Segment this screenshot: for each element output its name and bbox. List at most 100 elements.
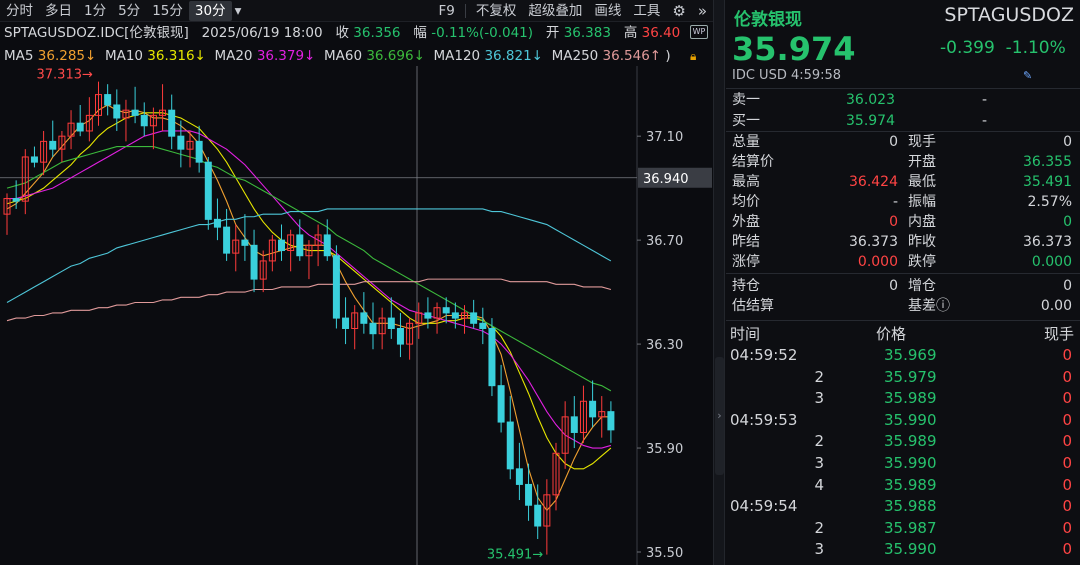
tick-price: 35.979	[884, 367, 937, 386]
tick-time: 2	[814, 518, 824, 537]
ma250-value: 36.546↑	[602, 48, 662, 64]
instrument-name: 伦敦银现	[734, 10, 802, 30]
tab-5min[interactable]: 5分	[112, 1, 146, 21]
tab-30min[interactable]: 30分	[188, 0, 232, 21]
stat-value: 0	[1063, 214, 1072, 230]
stat-label: 昨结	[732, 234, 760, 250]
ma20-label: MA20	[214, 48, 253, 64]
tab-15min[interactable]: 15分	[146, 1, 189, 21]
ticks-header: 时间 价格 现手	[726, 324, 1080, 344]
tick-time: 04:59:53	[730, 410, 798, 429]
stat-value: 0	[889, 134, 898, 150]
amp-label: 幅	[413, 25, 427, 41]
candle-body	[515, 468, 523, 485]
tick-price: 35.988	[884, 497, 937, 516]
ask-label: 卖一	[732, 92, 760, 108]
divider-line	[726, 273, 1080, 274]
bar-info: SPTAGUSDOZ.IDC[伦敦银现] 2025/06/19 18:00 收 …	[4, 23, 680, 43]
draw-button[interactable]: 画线	[588, 1, 627, 21]
wp-badge-icon[interactable]: WP	[690, 25, 708, 39]
edit-icon[interactable]: ✎	[1023, 69, 1032, 82]
stat-value: 2.57%	[1027, 194, 1072, 210]
candle-body	[369, 322, 377, 335]
close-value: 36.356	[353, 25, 401, 41]
ask-row[interactable]: 卖一 36.023 -	[726, 90, 1080, 110]
stat-value: 36.373	[849, 234, 898, 250]
stat-label: 最高	[732, 174, 760, 190]
tick-volume: 0	[1062, 410, 1072, 429]
stat-label: 总量	[732, 134, 760, 150]
tick-row: 4 35.989 0	[726, 475, 1080, 495]
tick-time: 04:59:52	[730, 346, 798, 364]
bid-volume: -	[982, 113, 988, 129]
tick-price: 35.969	[884, 346, 937, 364]
expand-handle-icon[interactable]: ›	[715, 357, 724, 475]
tick-price: 35.989	[884, 389, 937, 408]
tab-duori[interactable]: 多日	[39, 1, 78, 21]
tick-price: 35.989	[884, 475, 937, 494]
candle-body	[140, 114, 148, 127]
tab-1min[interactable]: 1分	[78, 1, 112, 21]
ma60-value: 36.696↓	[366, 48, 425, 64]
toolbar-divider	[464, 3, 466, 18]
candle-body	[49, 140, 57, 150]
candle-body	[30, 156, 38, 163]
divider-line	[726, 320, 1080, 321]
stat-label: 现手	[908, 134, 936, 150]
stat-label: 持仓	[732, 278, 760, 294]
candle-body	[607, 411, 615, 431]
candle-body	[424, 312, 432, 319]
tick-price: 35.989	[884, 432, 937, 451]
period-dropdown-icon[interactable]: ▾	[232, 1, 245, 21]
tick-price: 35.990	[884, 454, 937, 472]
settings-gear-icon[interactable]: ⚙	[666, 1, 691, 21]
tick-time: 04:59:54	[730, 497, 798, 516]
stat-label: 涨停	[732, 254, 760, 270]
stat-row: 持仓 0 增仓 0	[726, 276, 1080, 296]
stat-label: 外盘	[732, 214, 760, 230]
overlay-button[interactable]: 超级叠加	[522, 1, 588, 21]
stat-value: 0	[889, 214, 898, 230]
symbol-code: SPTAGUSDOZ.IDC[伦敦银现]	[4, 25, 189, 41]
f9-button[interactable]: F9	[433, 1, 461, 21]
candle-body	[506, 421, 514, 470]
tick-row: 04:59:53 35.990 0	[726, 410, 1080, 430]
quote-meta: IDC USD 4:59:58	[732, 68, 842, 83]
quote-panel: 伦敦银现 SPTAGUSDOZ 35.974 -0.399 -1.10% IDC…	[726, 0, 1080, 565]
bid-row[interactable]: 买一 35.974 -	[726, 111, 1080, 131]
tick-volume: 0	[1062, 432, 1072, 451]
last-price: 35.974	[732, 30, 856, 68]
change-value: -0.399	[940, 38, 995, 58]
app-window: 分时 多日 1分 5分 15分 30分 ▾ F9 不复权 超级叠加 画线 工具 …	[0, 0, 1080, 565]
stat-label: 开盘	[908, 154, 936, 170]
ticks-header-volume: 现手	[1043, 325, 1074, 343]
stat-value: -	[892, 194, 898, 210]
ma120-label: MA120	[433, 48, 481, 64]
min-price-label: 35.491→	[487, 548, 543, 563]
stat-label: 跌停	[908, 254, 936, 270]
tick-volume: 0	[1062, 367, 1072, 386]
candle-body	[525, 483, 533, 506]
y-tick-label: 36.70	[646, 234, 683, 249]
stat-value: 35.491	[1023, 174, 1072, 190]
candle-body	[570, 416, 578, 433]
tick-price: 35.990	[884, 540, 937, 559]
adjust-button[interactable]: 不复权	[470, 1, 523, 21]
candle-body	[451, 312, 459, 319]
ma-legend: MA5 36.285↓ MA10 36.316↓ MA20 36.379↓ MA…	[4, 46, 671, 66]
chart-panel: 分时 多日 1分 5分 15分 30分 ▾ F9 不复权 超级叠加 画线 工具 …	[0, 0, 713, 565]
candlestick-chart[interactable]: 37.10 36.70 36.30 35.90 35.50 36.940 37.313→ 35…	[0, 66, 713, 565]
collapse-chevron-icon[interactable]: »	[692, 1, 713, 21]
lock-icon[interactable]: 🔒︎	[690, 49, 696, 64]
bid-price: 35.974	[846, 113, 895, 129]
stat-label: 内盘	[908, 214, 936, 230]
candle-body	[241, 239, 249, 246]
tick-time: 3	[814, 389, 824, 408]
tick-row: 2 35.979 0	[726, 367, 1080, 387]
panel-divider[interactable]: ›	[713, 0, 725, 565]
tools-button[interactable]: 工具	[627, 1, 666, 21]
stat-row: 均价 - 振幅 2.57%	[726, 192, 1080, 212]
tab-fenshi[interactable]: 分时	[0, 1, 39, 21]
stat-row: 昨结 36.373 昨收 36.373	[726, 232, 1080, 252]
stat-row: 涨停 0.000 跌停 0.000	[726, 252, 1080, 272]
